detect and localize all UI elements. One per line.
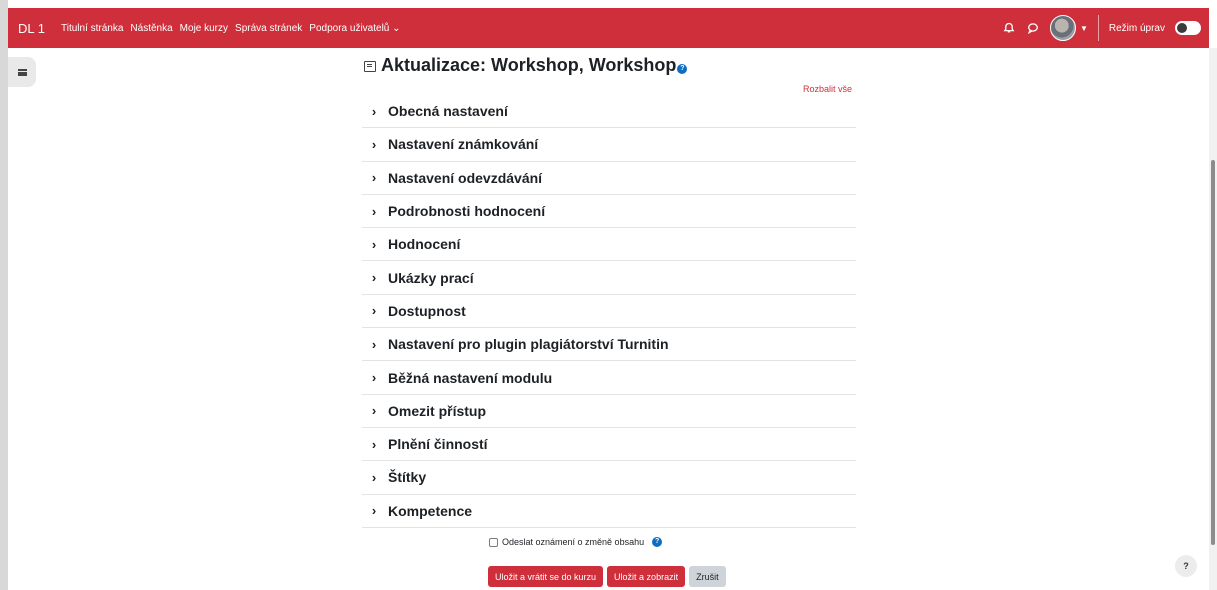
nav-link-dashboard[interactable]: Nástěnka bbox=[130, 23, 172, 34]
section-label: Běžná nastavení modulu bbox=[388, 369, 553, 386]
user-avatar[interactable] bbox=[1049, 15, 1076, 41]
section-label: Podrobnosti hodnocení bbox=[388, 203, 546, 220]
section-label: Dostupnost bbox=[388, 302, 466, 319]
site-brand[interactable]: DL 1 bbox=[18, 21, 45, 36]
chevron-right-icon: › bbox=[371, 436, 377, 452]
section-label: Nastavení známkování bbox=[388, 136, 539, 153]
chevron-right-icon: › bbox=[371, 370, 377, 386]
cancel-button[interactable]: Zrušit bbox=[689, 566, 726, 587]
section-label: Nastavení odevzdávání bbox=[388, 169, 543, 186]
help-footer-button[interactable]: ? bbox=[1175, 555, 1197, 577]
chevron-right-icon: › bbox=[371, 203, 377, 219]
section-availability[interactable]: › Dostupnost bbox=[362, 295, 856, 329]
section-example-submissions[interactable]: › Ukázky prací bbox=[362, 261, 856, 295]
chevron-right-icon: › bbox=[371, 303, 377, 319]
navbar-divider bbox=[1097, 15, 1099, 41]
navbar-user-area: ▼ Režim úprav bbox=[1002, 8, 1201, 48]
chevron-right-icon: › bbox=[371, 270, 377, 286]
edit-mode-toggle[interactable] bbox=[1175, 21, 1201, 35]
nav-link-home[interactable]: Titulní stránka bbox=[61, 23, 123, 34]
section-assessment[interactable]: › Hodnocení bbox=[362, 228, 856, 262]
list-icon bbox=[17, 68, 27, 76]
chevron-right-icon: › bbox=[371, 503, 377, 519]
notify-content-change: Odeslat oznámení o změně obsahu ? bbox=[489, 537, 663, 547]
nav-link-my-courses[interactable]: Moje kurzy bbox=[180, 23, 228, 34]
chevron-right-icon: › bbox=[371, 136, 377, 152]
section-label: Obecná nastavení bbox=[388, 103, 508, 120]
section-submission[interactable]: › Nastavení odevzdávání bbox=[362, 162, 856, 195]
edit-mode-label: Režim úprav bbox=[1108, 22, 1165, 34]
section-label: Kompetence bbox=[388, 502, 473, 519]
chat-icon[interactable] bbox=[1026, 21, 1040, 35]
notify-label[interactable]: Odeslat oznámení o změně obsahu bbox=[502, 537, 644, 547]
section-label: Ukázky prací bbox=[388, 269, 474, 286]
section-tags[interactable]: › Štítky bbox=[362, 461, 856, 495]
section-grading[interactable]: › Nastavení známkování bbox=[362, 128, 856, 162]
form-buttons: Uložit a vrátit se do kurzu Uložit a zob… bbox=[488, 566, 726, 587]
chevron-right-icon: › bbox=[371, 469, 377, 485]
chevron-right-icon: › bbox=[371, 403, 377, 419]
section-activity-completion[interactable]: › Plnění činností bbox=[362, 428, 856, 462]
nav-link-site-admin[interactable]: Správa stránek bbox=[235, 23, 302, 34]
section-general[interactable]: › Obecná nastavení bbox=[362, 95, 856, 129]
settings-sections: › Obecná nastavení › Nastavení známkován… bbox=[362, 95, 856, 528]
section-common-module-settings[interactable]: › Běžná nastavení modulu bbox=[362, 361, 856, 395]
chevron-right-icon: › bbox=[371, 336, 377, 352]
section-competencies[interactable]: › Kompetence bbox=[362, 495, 856, 528]
chevron-down-icon: ⌄ bbox=[392, 22, 401, 34]
section-label: Nastavení pro plugin plagiátorství Turni… bbox=[388, 336, 669, 353]
help-icon[interactable]: ? bbox=[677, 63, 688, 74]
page-header: Aktualizace: Workshop, Workshop ? bbox=[363, 55, 688, 76]
scrollbar-thumb[interactable] bbox=[1211, 160, 1215, 545]
section-label: Omezit přístup bbox=[388, 402, 487, 419]
section-label: Hodnocení bbox=[388, 236, 461, 253]
chevron-right-icon: › bbox=[371, 236, 377, 252]
section-assessment-details[interactable]: › Podrobnosti hodnocení bbox=[362, 195, 856, 229]
save-and-display-button[interactable]: Uložit a zobrazit bbox=[607, 566, 686, 587]
nav-link-user-support[interactable]: Podpora uživatelů ⌄ bbox=[309, 23, 400, 34]
section-label: Plnění činností bbox=[388, 436, 488, 453]
section-turnitin[interactable]: › Nastavení pro plugin plagiátorství Tur… bbox=[362, 328, 856, 362]
bell-icon[interactable] bbox=[1002, 21, 1016, 35]
expand-all-link[interactable]: Rozbalit vše bbox=[803, 84, 852, 94]
nav-link-user-support-label: Podpora uživatelů bbox=[309, 22, 390, 34]
section-label: Štítky bbox=[388, 469, 427, 486]
workshop-module-icon bbox=[363, 60, 376, 72]
help-icon[interactable]: ? bbox=[652, 537, 663, 547]
user-menu-caret-icon[interactable]: ▼ bbox=[1080, 24, 1088, 33]
section-restrict-access[interactable]: › Omezit přístup bbox=[362, 395, 856, 428]
notify-checkbox[interactable] bbox=[489, 537, 498, 547]
save-and-return-button[interactable]: Uložit a vrátit se do kurzu bbox=[488, 566, 604, 587]
page-title: Aktualizace: Workshop, Workshop bbox=[381, 55, 677, 75]
top-navbar: DL 1 Titulní stránka Nástěnka Moje kurzy… bbox=[8, 8, 1209, 48]
chevron-right-icon: › bbox=[371, 103, 377, 119]
chevron-right-icon: › bbox=[371, 170, 377, 186]
primary-navigation: Titulní stránka Nástěnka Moje kurzy Sprá… bbox=[61, 23, 401, 34]
course-index-drawer-button[interactable] bbox=[8, 57, 36, 87]
